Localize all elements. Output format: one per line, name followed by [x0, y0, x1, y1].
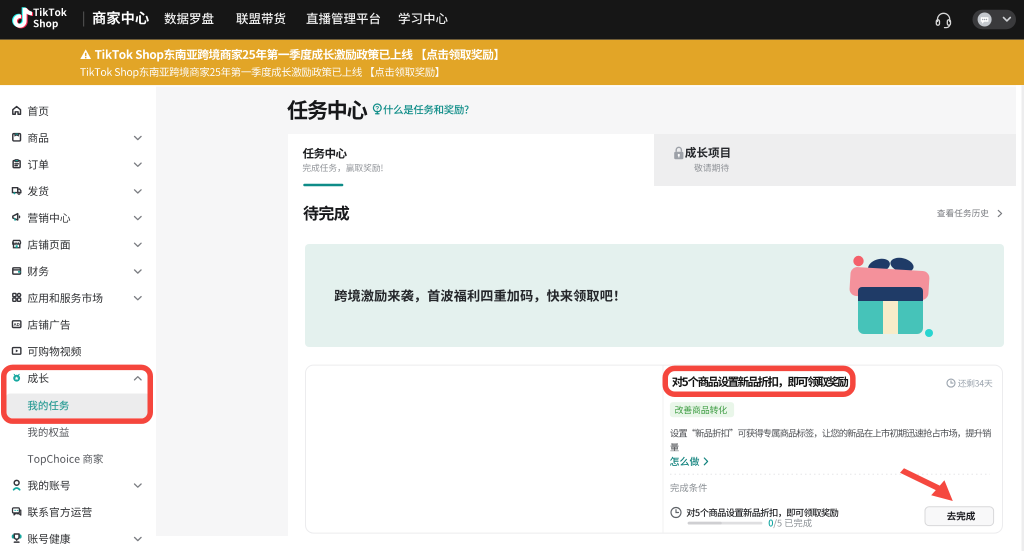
svg-text:AD: AD — [14, 322, 20, 327]
svg-text:?: ? — [375, 105, 379, 112]
